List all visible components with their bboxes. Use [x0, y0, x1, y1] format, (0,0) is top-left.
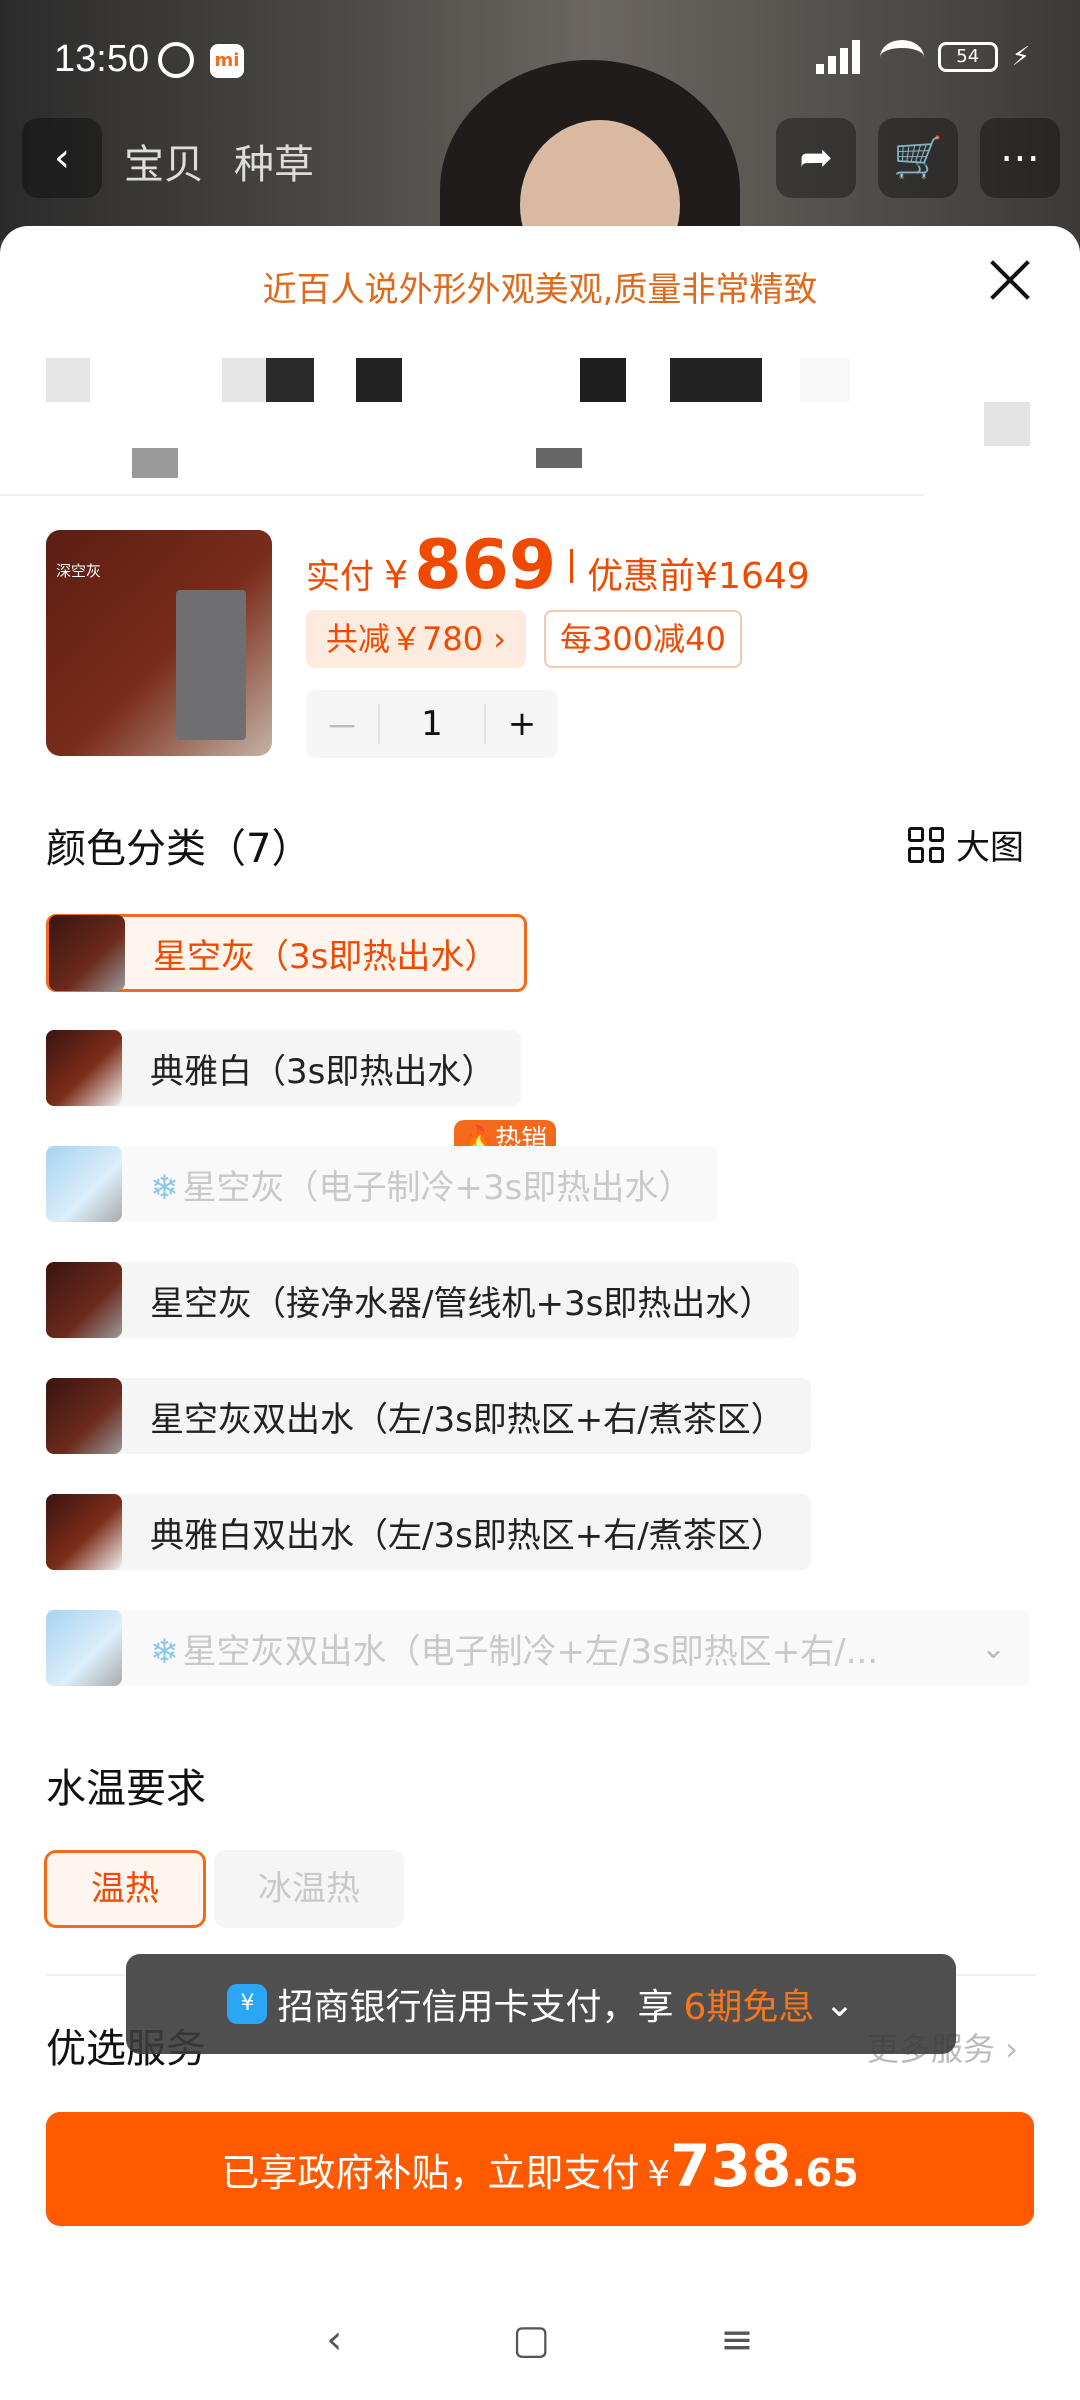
option-thumb	[46, 1030, 122, 1106]
battery-icon: 54	[937, 42, 998, 72]
system-back-icon[interactable]: ‹	[326, 2317, 342, 2363]
status-time: 13:50	[54, 38, 150, 80]
system-nav-bar: ‹ ▢ ≡	[0, 2300, 1080, 2380]
toast-highlight: 6期免息	[683, 1987, 815, 2028]
price-line: 实付 ¥ 869 优惠前¥1649	[306, 526, 810, 605]
option-label: 星空灰（3s即热出水）	[153, 936, 499, 977]
quantity-stepper: － 1 +	[306, 690, 558, 758]
sku-sheet: 近百人说外形外观美观,质量非常精致 深空灰 实付 ¥ 869 优惠前¥1649 …	[0, 226, 1080, 2400]
temp-option-cold-warm[interactable]: 冰温热	[214, 1850, 404, 1928]
pay-button[interactable]: 已享政府补贴，立即支付 ¥ 738 .65	[46, 2112, 1034, 2226]
color-option-4[interactable]: 星空灰（接净水器/管线机+3s即热出水）	[46, 1262, 800, 1338]
grid-icon	[908, 826, 944, 863]
promo-text: 近百人说外形外观美观,质量非常精致	[262, 270, 818, 310]
pay-amount-dec: .65	[791, 2151, 859, 2195]
quantity-minus-button[interactable]: －	[306, 700, 378, 749]
option-label: ❄ 星空灰（电子制冷+3s即热出水）	[150, 1167, 693, 1208]
price-separator	[570, 548, 574, 583]
quantity-value[interactable]: 1	[378, 704, 486, 744]
product-machine	[176, 590, 246, 740]
temp-section-title: 水温要求	[46, 1766, 206, 1812]
payment-promo-toast[interactable]: ¥ 招商银行信用卡支付，享 6期免息 ⌄	[126, 1954, 956, 2054]
color-option-1[interactable]: 星空灰（3s即热出水）	[46, 914, 528, 992]
status-bar: 13:50 mi 54 ⚡	[0, 0, 1080, 120]
pay-amount-int: 738	[670, 2132, 792, 2200]
color-option-5[interactable]: 星空灰双出水（左/3s即热区+右/煮茶区）	[46, 1378, 811, 1454]
color-option-3[interactable]: ❄ 星空灰（电子制冷+3s即热出水）	[46, 1146, 719, 1222]
option-label: 星空灰双出水（左/3s即热区+右/煮茶区）	[150, 1399, 785, 1440]
close-icon[interactable]	[984, 254, 1036, 306]
option-thumb	[46, 1146, 122, 1222]
discount-tag[interactable]: 共减￥780 ›	[306, 610, 527, 668]
option-label: 典雅白双出水（左/3s即热区+右/煮茶区）	[150, 1515, 785, 1556]
option-thumb	[46, 1378, 122, 1454]
chevron-down-icon: ⌄	[824, 1983, 855, 2025]
more-button[interactable]: ⋯	[980, 118, 1060, 198]
option-thumb	[46, 1610, 122, 1686]
share-button[interactable]: ➦	[776, 118, 856, 198]
paid-label: 实付	[306, 557, 374, 597]
color-option-2[interactable]: 典雅白（3s即热出水）	[46, 1030, 522, 1106]
cart-button[interactable]: 🛒	[878, 118, 958, 198]
price-amount: 869	[414, 526, 557, 605]
divider	[0, 494, 924, 496]
price-currency: ¥	[384, 553, 409, 597]
mi-app-icon: mi	[210, 44, 244, 78]
product-image-label: 深空灰	[56, 562, 102, 580]
option-thumb	[49, 915, 125, 991]
tab-grass[interactable]: 种草	[234, 132, 314, 190]
option-label: ❄ 星空灰双出水（电子制冷+左/3s即热区+右/...	[150, 1631, 879, 1672]
option-label: 典雅白（3s即热出水）	[150, 1051, 496, 1092]
bank-card-icon: ¥	[227, 1984, 268, 2024]
system-menu-icon[interactable]: ≡	[720, 2317, 754, 2363]
pay-currency: ¥	[647, 2154, 671, 2195]
system-home-icon[interactable]: ▢	[512, 2317, 550, 2363]
option-thumb	[46, 1494, 122, 1570]
tab-product[interactable]: 宝贝	[124, 132, 204, 190]
option-label: 星空灰（接净水器/管线机+3s即热出水）	[150, 1283, 774, 1324]
signal-icon	[815, 40, 866, 74]
big-image-label: 大图	[956, 828, 1024, 868]
top-tabs: 宝贝 种草	[124, 132, 314, 190]
option-thumb	[46, 1262, 122, 1338]
quantity-plus-button[interactable]: +	[486, 704, 558, 744]
color-option-7[interactable]: ❄ 星空灰双出水（电子制冷+左/3s即热区+右/... ⌄	[46, 1610, 1030, 1686]
color-option-6[interactable]: 典雅白双出水（左/3s即热区+右/煮茶区）	[46, 1494, 811, 1570]
pay-button-text: 已享政府补贴，立即支付	[221, 2151, 640, 2195]
snowflake-icon: ❄	[150, 1631, 179, 1672]
coupon-tag: 每300减40	[544, 610, 742, 668]
wifi-icon	[879, 40, 924, 74]
color-section-title: 颜色分类（7）	[46, 826, 312, 872]
big-image-toggle[interactable]: 大图	[908, 820, 1024, 869]
status-right: 54 ⚡	[815, 40, 1030, 74]
charging-icon: ⚡	[1011, 42, 1030, 72]
top-nav: ‹ 宝贝 种草 ➦ 🛒 ⋯	[0, 118, 1080, 198]
product-image[interactable]: 深空灰	[46, 530, 272, 756]
alarm-icon	[158, 42, 194, 78]
expand-chevron-icon[interactable]: ⌄	[981, 1631, 1030, 1666]
snowflake-icon: ❄	[150, 1167, 179, 1208]
price-before: 优惠前¥1649	[587, 556, 810, 597]
toast-text: 招商银行信用卡支付，享	[277, 1987, 674, 2028]
back-button[interactable]: ‹	[22, 118, 102, 198]
temp-option-warm[interactable]: 温热	[44, 1850, 206, 1928]
